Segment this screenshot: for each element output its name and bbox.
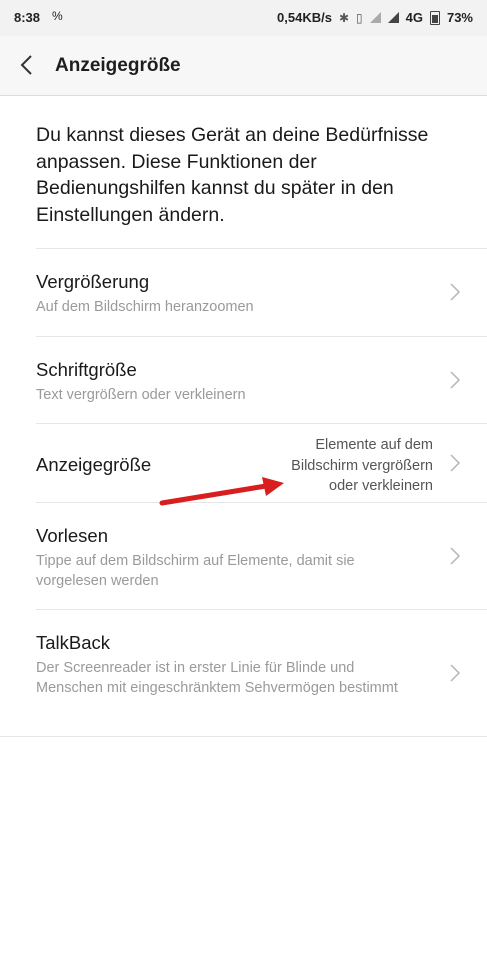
chevron-left-icon [20,55,32,75]
toolbar: Anzeigegröße [0,36,487,96]
setting-item-font-size[interactable]: Schriftgröße Text vergrößern oder verkle… [0,337,487,423]
setting-item-select-to-speak[interactable]: Vorlesen Tippe auf dem Bildschirm auf El… [0,503,487,609]
setting-item-talkback[interactable]: TalkBack Der Screenreader ist in erster … [0,610,487,735]
setting-item-label: Schriftgröße [36,359,137,380]
summary-line: Bildschirm vergrößern [291,457,433,474]
bluetooth-icon: ✱ [338,10,350,25]
status-bar: 8:38 % 0,54KB/s ✱ ▯ 4G 73% [0,0,487,36]
chevron-right-icon [448,452,462,474]
setting-item-subtitle: Auf dem Bildschirm heranzoomen [36,299,254,315]
setting-item-label: Anzeigegröße [36,454,152,475]
setting-item-label: TalkBack [36,632,111,653]
divider [0,736,487,737]
battery-percent: 73% [446,10,473,25]
chevron-right-icon [448,369,462,391]
setting-item-label: Vorlesen [36,525,108,546]
setting-item-label: Vergrößerung [36,271,150,292]
network-type: 4G [405,10,423,25]
chevron-right-icon [448,545,462,567]
vibrate-icon: ▯ [356,10,363,25]
status-icons: 0,54KB/s ✱ ▯ 4G 73% [277,10,473,25]
signal-icon-sim1 [369,12,381,23]
setting-item-subtitle: Tippe auf dem Bildschirm auf Elemente, d… [36,553,355,589]
page-title: Anzeigegröße [55,55,181,76]
network-speed: 0,54KB/s [277,10,332,25]
chevron-right-icon [448,662,462,684]
chevron-right-icon [448,281,462,303]
setting-item-subtitle: Der Screenreader ist in erster Linie für… [36,660,398,696]
summary-line: Elemente auf dem [315,437,433,453]
back-button[interactable] [12,50,42,80]
battery-icon [429,10,440,25]
intro-text: Du kannst dieses Gerät an deine Bedürfni… [36,124,429,226]
setting-item-summary: Elemente auf dem Bildschirm vergrößern o… [291,435,433,497]
status-time: 8:38 [14,10,41,25]
setting-item-subtitle: Text vergrößern oder verkleinern [36,387,246,403]
summary-line: oder verkleinern [329,478,433,494]
percent-icon: % [52,9,63,23]
setting-item-magnification[interactable]: Vergrößerung Auf dem Bildschirm heranzoo… [0,249,487,335]
signal-icon-sim2 [387,12,399,23]
